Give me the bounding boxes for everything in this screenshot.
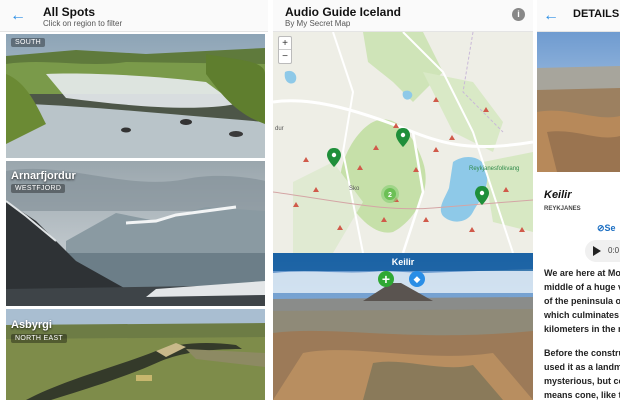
description-line: kilometers in the r	[544, 324, 620, 334]
card-region-label: NORTH EAST	[11, 334, 67, 343]
app-subtitle: By My Secret Map	[285, 19, 351, 28]
add-icon[interactable]: +	[378, 271, 394, 287]
all-spots-header: ← All Spots Click on region to filter	[0, 0, 268, 32]
page-subtitle: Click on region to filter	[43, 19, 123, 28]
zoom-out-button[interactable]: −	[279, 50, 291, 63]
fjord-photo	[6, 161, 265, 306]
preview-title: Keilir	[273, 253, 533, 271]
map-label: Reykjanesfolkvang	[469, 166, 519, 172]
details-hero-photo	[537, 32, 620, 172]
back-arrow-icon[interactable]: ←	[8, 6, 28, 26]
spot-card-south[interactable]: SOUTH	[6, 34, 265, 158]
spot-card-westfjord[interactable]: Arnarfjordur WESTFJORD	[6, 161, 265, 306]
directions-icon[interactable]: ◆	[409, 271, 425, 287]
all-spots-screen: ← All Spots Click on region to filter SO…	[0, 0, 268, 400]
check-circle-icon: ⊘	[597, 223, 605, 233]
card-title: Asbyrgi	[11, 319, 52, 331]
map-label: Sko	[349, 186, 360, 192]
description-line: of the peninsula o	[544, 296, 620, 306]
audio-player[interactable]: 0:0	[585, 240, 620, 262]
audio-time: 0:0	[608, 246, 620, 255]
details-header: ← DETAILS	[537, 0, 620, 32]
cluster-count: 2	[388, 192, 392, 199]
details-screen: ← DETAILS Keilir REYKJANES ⊘Se 0:0 We ar…	[537, 0, 620, 400]
description-line: Before the constru	[544, 348, 620, 358]
keilir-preview-photo[interactable]	[273, 253, 533, 400]
map-screen: Audio Guide Iceland By My Secret Map i R…	[273, 0, 533, 400]
map-header: Audio Guide Iceland By My Secret Map i	[273, 0, 533, 32]
page-title: All Spots	[43, 5, 96, 19]
card-region-label: SOUTH	[11, 38, 45, 47]
back-arrow-icon[interactable]: ←	[541, 6, 561, 26]
card-region-label: WESTFJORD	[11, 184, 66, 193]
description-line: used it as a landm	[544, 362, 620, 372]
info-icon[interactable]: i	[512, 8, 525, 21]
zoom-in-button[interactable]: +	[279, 37, 291, 50]
spot-card-north-east[interactable]: Asbyrgi NORTH EAST	[6, 309, 265, 400]
zoom-control: + −	[278, 36, 292, 64]
waterfall-photo	[6, 34, 265, 158]
play-icon[interactable]	[593, 246, 601, 256]
see-link-label: Se	[604, 223, 616, 233]
place-region: REYKJANES	[544, 206, 581, 212]
description-line: middle of a huge v	[544, 282, 620, 292]
description-line: means cone, like t	[544, 390, 620, 400]
map-label: dur	[275, 126, 284, 132]
map-view[interactable]: Reykjanesfolkvang Sko dur 2	[273, 32, 533, 253]
description-line: mysterious, but co	[544, 376, 620, 386]
card-title: Arnarfjordur	[11, 170, 76, 182]
description-line: We are here at Mo	[544, 268, 620, 278]
description-line: which culminates	[544, 310, 620, 320]
see-link[interactable]: ⊘Se	[597, 223, 616, 234]
place-name: Keilir	[544, 189, 572, 201]
page-title: DETAILS	[573, 8, 620, 20]
app-title: Audio Guide Iceland	[285, 5, 402, 19]
